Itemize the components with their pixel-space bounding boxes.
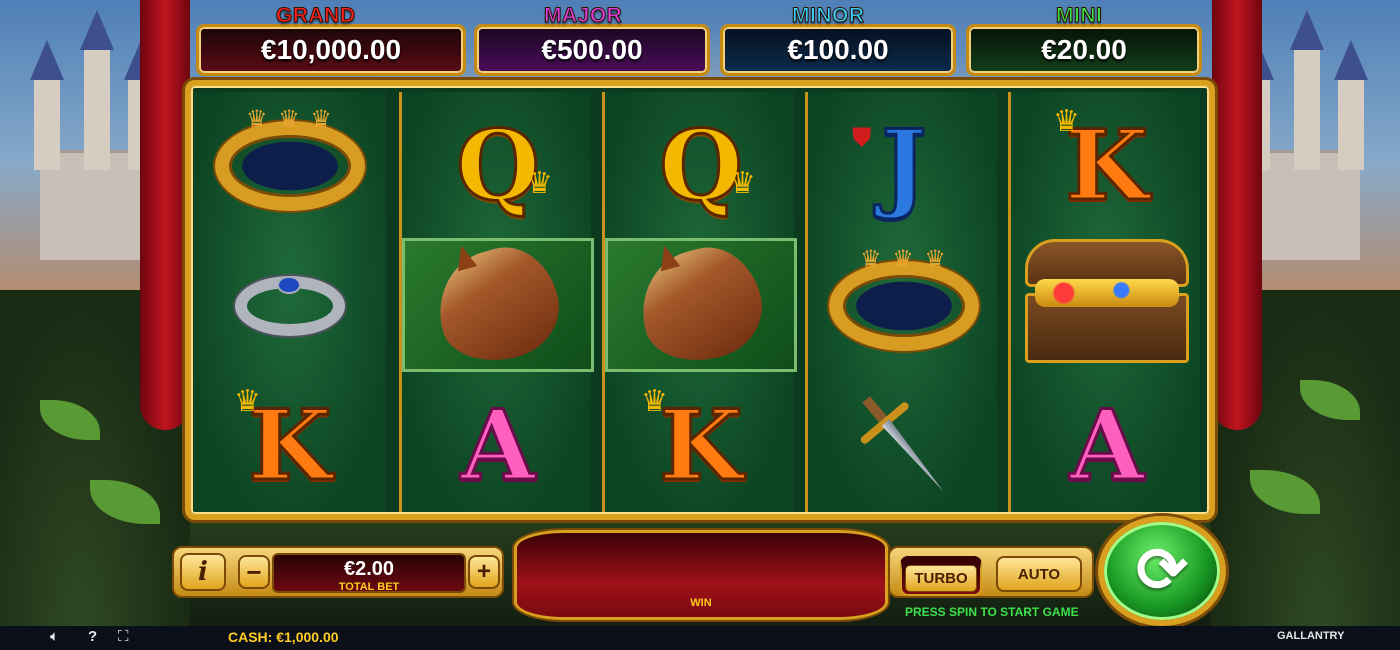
jackpot-mini-label: MINI xyxy=(1055,4,1103,28)
total-bet-label: TOTAL BET xyxy=(338,581,400,593)
spin-button[interactable]: ⟳ xyxy=(1098,516,1226,626)
cash-display: CASH: €1,000.00 xyxy=(228,629,339,645)
treasure-chest-symbol xyxy=(1011,232,1203,372)
spin-icon: ⟳ xyxy=(1136,536,1188,605)
turbo-label: TURBO xyxy=(905,564,977,592)
jackpot-major: €500.00 xyxy=(474,24,710,76)
reel-1: ♛ K xyxy=(194,92,386,512)
footer-bar xyxy=(0,626,1400,650)
horse-symbol xyxy=(605,236,797,374)
ring-symbol xyxy=(194,236,386,376)
left-curtain xyxy=(140,0,190,430)
queen-symbol: Q ♛ xyxy=(455,109,553,222)
game-name: GALLANTRY xyxy=(1277,630,1345,642)
sound-icon[interactable]: 🔈︎ xyxy=(50,628,59,645)
jack-symbol: ⛊ J xyxy=(852,109,928,222)
crown-symbol xyxy=(194,96,386,236)
spin-hint-text: PRESS SPIN TO START GAME xyxy=(905,605,1079,619)
ace-symbol: A xyxy=(1068,389,1146,502)
jackpot-major-label: MAJOR xyxy=(543,4,623,28)
sword-symbol xyxy=(808,376,1000,516)
total-bet-value: €2.00 xyxy=(343,558,395,580)
info-button[interactable]: i xyxy=(180,553,226,591)
king-symbol: ♛ K xyxy=(641,385,744,502)
reel-5: ♛ K A xyxy=(1008,92,1200,512)
horse-symbol xyxy=(402,236,594,374)
increase-bet-button[interactable]: + xyxy=(468,555,500,589)
turbo-button[interactable]: TURBO xyxy=(900,556,982,596)
king-symbol: ♛ K xyxy=(234,385,333,502)
jackpot-minor-label: MINOR xyxy=(792,4,865,28)
jackpot-grand: €10,000.00 xyxy=(196,24,466,76)
fullscreen-icon[interactable]: ⛶ xyxy=(118,628,129,645)
help-icon[interactable]: ? xyxy=(88,628,97,645)
jackpot-mini-amount: €20.00 xyxy=(1041,34,1127,65)
reel-frame: ♛ K Q ♛ A Q ♛ ♛ K xyxy=(185,80,1215,520)
reel-2: Q ♛ A xyxy=(399,92,594,512)
total-bet-display: €2.00 TOTAL BET xyxy=(272,553,466,593)
jackpot-grand-label: GRAND xyxy=(276,4,356,28)
cash-value: €1,000.00 xyxy=(276,629,339,645)
game-screen: €10,000.00 GRAND €500.00 MAJOR €100.00 M… xyxy=(0,0,1400,650)
reel-3: Q ♛ ♛ K xyxy=(602,92,797,512)
autoplay-button[interactable]: AUTO xyxy=(996,556,1082,592)
decrease-bet-button[interactable]: − xyxy=(238,555,270,589)
jackpot-grand-amount: €10,000.00 xyxy=(260,34,402,65)
queen-symbol: Q ♛ xyxy=(658,109,756,222)
win-display: WIN xyxy=(514,530,888,620)
jackpot-minor: €100.00 xyxy=(720,24,956,76)
ace-symbol: A xyxy=(459,389,537,502)
reel-4: ⛊ J xyxy=(805,92,997,512)
king-symbol: ♛ K xyxy=(1053,105,1150,222)
jackpot-major-amount: €500.00 xyxy=(541,34,643,65)
jackpot-minor-amount: €100.00 xyxy=(787,34,889,65)
crown-symbol xyxy=(808,236,1000,376)
cash-label: CASH: xyxy=(228,629,273,645)
right-curtain xyxy=(1212,0,1262,430)
win-label: WIN xyxy=(690,597,712,609)
jackpot-mini: €20.00 xyxy=(966,24,1202,76)
